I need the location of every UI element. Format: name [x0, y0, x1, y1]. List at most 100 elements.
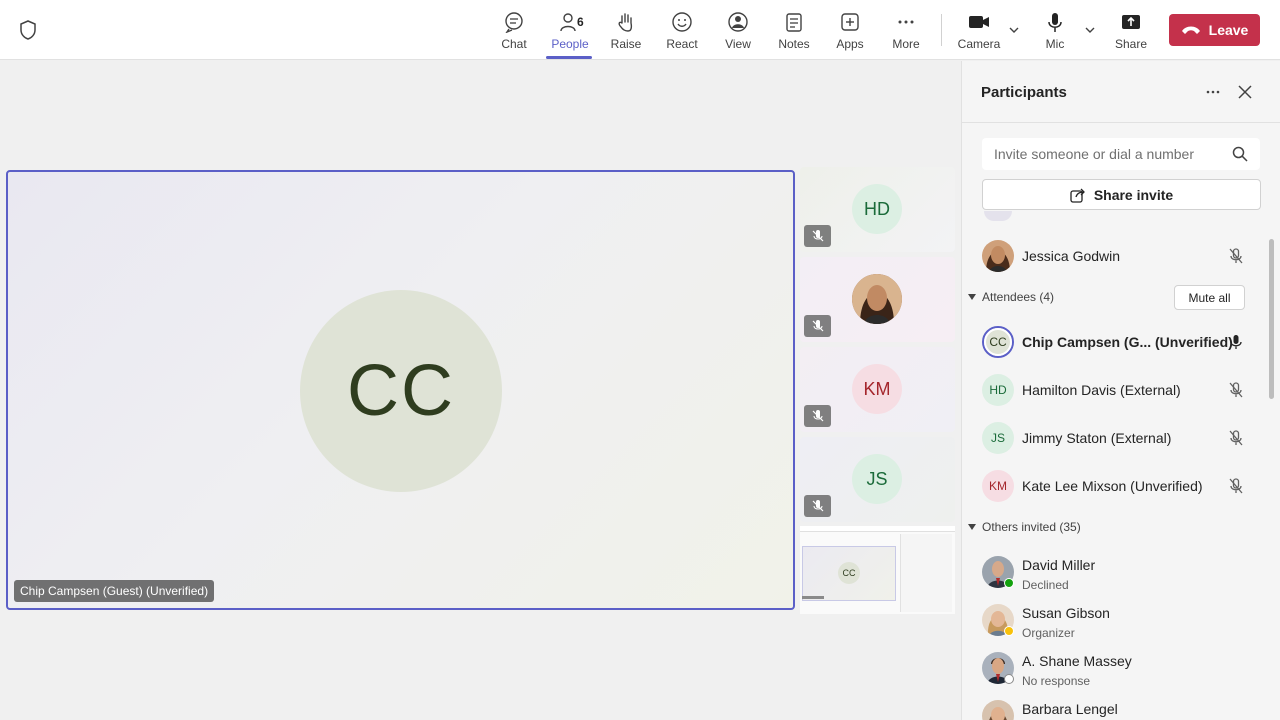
chat-icon	[505, 12, 523, 33]
participant-name: Barbara Lengel	[1022, 701, 1118, 717]
react-icon	[672, 12, 692, 32]
people-label: People	[551, 37, 589, 51]
people-count-badge: 6	[577, 15, 584, 29]
mic-button[interactable]: Mic	[1027, 8, 1083, 58]
react-label: React	[666, 37, 698, 51]
view-button[interactable]: View	[710, 8, 766, 58]
mute-all-button[interactable]: Mute all	[1174, 285, 1245, 310]
mic-off-icon	[812, 230, 823, 242]
hidden-row-avatar	[984, 211, 1012, 221]
invited-row[interactable]: David Miller Declined	[982, 552, 1252, 592]
camera-button[interactable]: Camera	[951, 8, 1007, 58]
participant-row[interactable]: HD Hamilton Davis (External)	[982, 370, 1252, 410]
participant-name: David Miller	[1022, 557, 1096, 573]
participant-name: Kate Lee Mixson (Unverified)	[1022, 478, 1203, 494]
mic-off-icon[interactable]	[1227, 429, 1245, 447]
participant-avatar: HD	[982, 374, 1014, 406]
apps-button[interactable]: Apps	[822, 8, 878, 58]
invite-search-input[interactable]	[982, 138, 1260, 170]
invited-row[interactable]: Barbara Lengel	[982, 696, 1252, 720]
main-participant-name-tag: Chip Campsen (Guest) (Unverified)	[14, 580, 215, 602]
raise-hand-button[interactable]: Raise	[598, 8, 654, 58]
status-accepted-icon	[1004, 578, 1014, 588]
screen-share-thumbnail[interactable]: CC	[800, 526, 955, 614]
thumb-muted-badge	[804, 495, 831, 517]
mic-label: Mic	[1045, 37, 1065, 51]
shield-icon[interactable]	[18, 19, 38, 41]
participant-row[interactable]: JS Jimmy Staton (External)	[982, 418, 1252, 458]
mic-off-icon	[812, 500, 823, 512]
toolbar-divider	[941, 14, 942, 46]
more-button[interactable]: More	[878, 8, 934, 58]
participant-row[interactable]: KM Kate Lee Mixson (Unverified)	[982, 466, 1252, 506]
apps-icon	[841, 13, 859, 31]
caret-down-icon	[968, 294, 976, 300]
camera-label: Camera	[957, 37, 1001, 51]
attendees-label: Attendees (4)	[982, 290, 1055, 304]
notes-icon	[786, 13, 802, 32]
mic-off-icon[interactable]	[1227, 381, 1245, 399]
notes-button[interactable]: Notes	[766, 8, 822, 58]
notes-label: Notes	[778, 37, 810, 51]
invited-row[interactable]: A. Shane Massey No response	[982, 648, 1252, 688]
leave-label: Leave	[1208, 22, 1249, 38]
panel-divider	[962, 122, 1280, 123]
search-icon[interactable]	[1232, 146, 1248, 162]
panel-scrollbar[interactable]	[1269, 239, 1274, 399]
share-label: Share	[1114, 37, 1148, 51]
participant-name: Susan Gibson	[1022, 605, 1110, 621]
view-label: View	[725, 37, 751, 51]
invited-row[interactable]: Susan Gibson Organizer	[982, 600, 1252, 640]
chat-label: Chat	[501, 37, 527, 51]
thumb-muted-badge	[804, 315, 831, 337]
close-icon[interactable]	[1234, 81, 1256, 103]
participant-row[interactable]: CC Chip Campsen (G... (Unverified)	[982, 322, 1252, 362]
others-invited-section-header[interactable]: Others invited (35)	[968, 520, 1081, 534]
main-video-tile[interactable]: CC Chip Campsen (Guest) (Unverified)	[6, 170, 795, 610]
more-options-icon[interactable]	[1202, 81, 1224, 103]
thumb-avatar: KM	[852, 364, 902, 414]
status-organizer-icon	[1004, 626, 1014, 636]
participant-avatar: CC	[982, 326, 1014, 358]
video-thumb-hd[interactable]: HD	[800, 167, 955, 252]
participant-name: Jimmy Staton (External)	[1022, 430, 1172, 446]
chat-button[interactable]: Chat	[486, 8, 542, 58]
thumb-muted-badge	[804, 405, 831, 427]
camera-options-chevron-icon[interactable]	[1008, 24, 1020, 36]
participant-photo-avatar	[982, 240, 1014, 272]
video-thumb-js[interactable]: JS	[800, 437, 955, 522]
participant-name: Chip Campsen (G... (Unverified)	[1022, 334, 1233, 350]
view-icon	[728, 12, 748, 32]
panel-title: Participants	[981, 84, 1067, 101]
people-active-indicator	[546, 56, 592, 59]
share-invite-label: Share invite	[1093, 186, 1174, 203]
attendees-section-header[interactable]: Attendees (4)	[968, 290, 1054, 304]
participant-avatar: KM	[982, 470, 1014, 502]
more-label: More	[892, 37, 920, 51]
participant-status: Organizer	[1022, 626, 1075, 640]
participant-status: Declined	[1022, 578, 1069, 592]
participant-avatar: JS	[982, 422, 1014, 454]
mic-on-icon[interactable]	[1227, 333, 1245, 351]
mic-options-chevron-icon[interactable]	[1084, 24, 1096, 36]
mic-off-icon[interactable]	[1227, 247, 1245, 265]
thumb-muted-badge	[804, 225, 831, 247]
others-invited-label: Others invited (35)	[982, 520, 1081, 534]
share-invite-button[interactable]: Share invite	[982, 179, 1261, 210]
participant-row-presenter[interactable]: Jessica Godwin	[982, 236, 1252, 276]
share-button[interactable]: Share	[1103, 8, 1159, 58]
status-unknown-icon	[1004, 674, 1014, 684]
video-thumb-km[interactable]: KM	[800, 347, 955, 432]
raise-hand-icon	[618, 13, 633, 32]
mic-off-icon[interactable]	[1227, 477, 1245, 495]
people-button[interactable]: People	[542, 8, 598, 58]
participant-photo-avatar	[852, 274, 902, 324]
caret-down-icon	[968, 524, 976, 530]
mic-icon	[1048, 13, 1062, 32]
raise-label: Raise	[610, 37, 642, 51]
leave-button[interactable]: Leave	[1169, 14, 1260, 46]
share-thumb-avatar: CC	[838, 562, 860, 584]
participant-name: Hamilton Davis (External)	[1022, 382, 1181, 398]
video-thumb-photo[interactable]	[800, 257, 955, 342]
react-button[interactable]: React	[654, 8, 710, 58]
